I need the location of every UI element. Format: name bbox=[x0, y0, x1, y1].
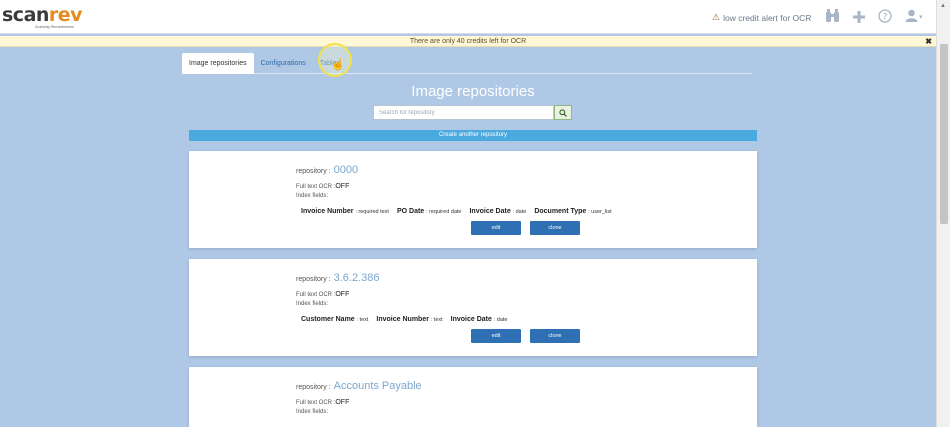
close-icon[interactable]: ✖ bbox=[925, 36, 932, 47]
tab-image-repositories[interactable]: Image repositories bbox=[182, 53, 254, 74]
warning-icon: ⚠ bbox=[712, 12, 721, 22]
clone-button[interactable]: clone bbox=[530, 221, 580, 235]
field-type: : date bbox=[512, 209, 527, 215]
create-repository-button[interactable]: Create another repository bbox=[189, 130, 757, 141]
repository-card: repository : 0000 Full text OCR :OFF Ind… bbox=[189, 151, 757, 248]
repository-title: repository : Accounts Payable bbox=[296, 380, 422, 392]
svg-text:?: ? bbox=[883, 13, 888, 23]
plus-icon[interactable] bbox=[853, 10, 865, 26]
field-name: Invoice Date bbox=[469, 208, 511, 215]
alert-text: low credit alert for OCR bbox=[723, 12, 812, 23]
repository-name: Accounts Payable bbox=[333, 380, 422, 392]
ocr-value: OFF bbox=[335, 399, 350, 406]
repository-card: repository : 3.6.2.386 Full text OCR :OF… bbox=[189, 259, 757, 356]
user-icon[interactable] bbox=[905, 9, 918, 26]
credit-notice-bar: There are only 40 credits left for OCR ✖ bbox=[0, 36, 936, 47]
main-tabs: Image repositories Configurations Tables bbox=[182, 53, 752, 74]
field-type: : text bbox=[356, 317, 369, 323]
low-credit-alert[interactable]: ⚠ low credit alert for OCR bbox=[712, 12, 811, 23]
logo-text-rev: rev bbox=[48, 4, 83, 26]
scanrev-logo[interactable]: scanrev Scanning Revolutionized bbox=[2, 4, 83, 30]
field-name: Customer Name bbox=[301, 316, 355, 323]
scroll-up-arrow-icon[interactable]: ▲ bbox=[940, 3, 946, 9]
ocr-value: OFF bbox=[335, 183, 350, 190]
field-type: : user_list bbox=[588, 209, 612, 215]
index-field: Document Type : user_list bbox=[534, 208, 611, 215]
repository-label: repository : bbox=[296, 168, 331, 175]
repository-card: repository : Accounts Payable Full text … bbox=[189, 367, 757, 427]
ocr-value: OFF bbox=[335, 291, 350, 298]
field-name: Invoice Number bbox=[301, 208, 354, 215]
search-button[interactable] bbox=[554, 105, 572, 120]
field-name: Document Type bbox=[534, 208, 587, 215]
edit-button[interactable]: edit bbox=[471, 221, 521, 235]
index-fields-list: Invoice Number : required text PO Date :… bbox=[301, 208, 612, 215]
index-field: Customer Name : text bbox=[301, 316, 368, 323]
credit-notice-text: There are only 40 credits left for OCR bbox=[409, 38, 527, 45]
index-field: Invoice Date : date bbox=[469, 208, 526, 215]
binoculars-icon[interactable] bbox=[825, 9, 840, 26]
ocr-label: Full text OCR : bbox=[296, 292, 336, 298]
search-icon bbox=[559, 108, 567, 117]
full-text-ocr-status: Full text OCR :OFF bbox=[296, 291, 349, 298]
help-icon[interactable]: ? bbox=[878, 9, 892, 26]
repository-name: 0000 bbox=[333, 164, 359, 176]
ocr-label: Full text OCR : bbox=[296, 400, 336, 406]
field-type: : text bbox=[430, 317, 443, 323]
field-name: Invoice Number bbox=[376, 316, 429, 323]
index-field: Invoice Number : text bbox=[376, 316, 442, 323]
index-fields-label: Index fields: bbox=[296, 193, 329, 199]
edit-button[interactable]: edit bbox=[471, 329, 521, 343]
index-fields-list: Customer Name : text Invoice Number : te… bbox=[301, 316, 508, 323]
repository-title: repository : 3.6.2.386 bbox=[296, 272, 380, 284]
field-name: Invoice Date bbox=[450, 316, 492, 323]
tab-configurations[interactable]: Configurations bbox=[254, 53, 313, 74]
full-text-ocr-status: Full text OCR :OFF bbox=[296, 399, 349, 406]
scrollbar-thumb[interactable] bbox=[940, 44, 948, 224]
header-icons: ? ▾ bbox=[825, 9, 923, 26]
field-name: PO Date bbox=[396, 208, 425, 215]
repository-search bbox=[373, 105, 572, 120]
index-field: Invoice Number : required text bbox=[301, 208, 389, 215]
full-text-ocr-status: Full text OCR :OFF bbox=[296, 183, 349, 190]
index-field: PO Date : required date bbox=[397, 208, 462, 215]
ocr-label: Full text OCR : bbox=[296, 184, 336, 190]
mouse-pointer-icon: ☝ bbox=[331, 59, 345, 71]
clone-button[interactable]: clone bbox=[530, 329, 580, 343]
field-type: : required date bbox=[426, 209, 462, 215]
page-title: Image repositories bbox=[411, 83, 535, 100]
repository-title: repository : 0000 bbox=[296, 164, 358, 176]
index-fields-label: Index fields: bbox=[296, 301, 329, 307]
logo-text-scan: scan bbox=[2, 4, 49, 26]
page-scrollbar[interactable]: ▲ bbox=[936, 0, 950, 427]
field-type: : date bbox=[493, 317, 508, 323]
field-type: : required text bbox=[355, 209, 389, 215]
index-fields-label: Index fields: bbox=[296, 409, 329, 415]
user-menu-caret-icon[interactable]: ▾ bbox=[919, 10, 923, 26]
repository-name: 3.6.2.386 bbox=[333, 272, 380, 284]
search-input[interactable] bbox=[373, 105, 554, 120]
index-field: Invoice Date : date bbox=[451, 316, 508, 323]
repository-label: repository : bbox=[296, 384, 331, 391]
repository-label: repository : bbox=[296, 276, 331, 283]
top-navbar: scanrev Scanning Revolutionized ⚠ low cr… bbox=[0, 0, 936, 34]
